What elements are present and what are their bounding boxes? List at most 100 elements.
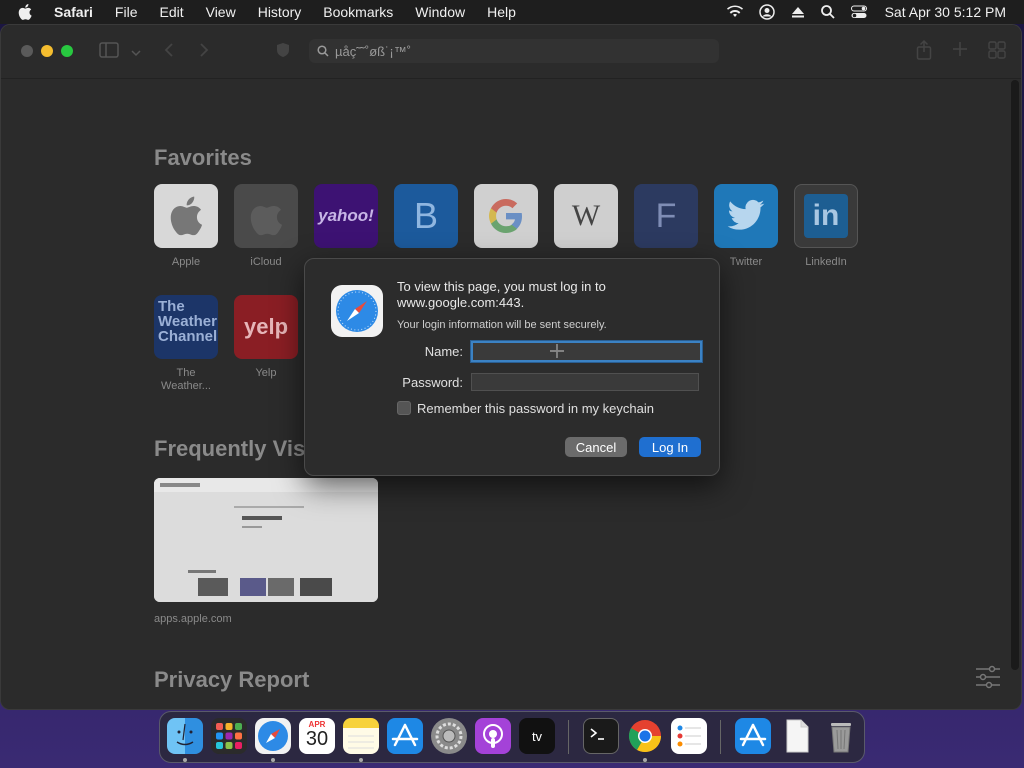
minimize-window-button[interactable] (41, 45, 53, 57)
finder-icon[interactable] (167, 718, 203, 754)
favorite-linkedin[interactable]: in LinkedIn (794, 184, 858, 269)
menu-edit[interactable]: Edit (159, 4, 183, 20)
menubar-clock[interactable]: Sat Apr 30 5:12 PM (885, 4, 1006, 20)
forward-icon[interactable] (199, 42, 209, 63)
system-preferences-icon[interactable] (431, 718, 467, 754)
dock-separator (720, 720, 721, 754)
calendar-icon[interactable]: APR 30 (299, 718, 335, 754)
favorite-label: Apple (171, 256, 201, 268)
favorite-yahoo[interactable]: yahoo! (314, 184, 378, 248)
name-label: Name: (424, 344, 463, 359)
running-indicator (183, 758, 187, 762)
frequently-visited-url: apps.apple.com (154, 613, 232, 625)
address-text: µåç˜˜˚øß˙¡™˚ (335, 43, 412, 59)
wikipedia-tile: W (554, 184, 618, 248)
dock-separator (568, 720, 569, 754)
twitter-bird-icon (714, 184, 778, 248)
tab-overview-icon[interactable] (988, 41, 1006, 64)
terminal-icon[interactable] (583, 718, 619, 754)
favorite-label: LinkedIn (805, 256, 847, 268)
podcasts-icon[interactable] (475, 718, 511, 754)
share-icon[interactable] (916, 39, 932, 65)
apple-tv-label: tv (531, 728, 543, 744)
chevron-down-icon[interactable] (131, 44, 141, 62)
menu-help[interactable]: Help (487, 4, 516, 20)
password-label: Password: (402, 375, 463, 390)
chrome-icon[interactable] (627, 718, 663, 754)
favorite-label: Twitter (729, 256, 763, 268)
favorite-icloud[interactable]: iCloud (234, 184, 298, 269)
running-indicator (271, 758, 275, 762)
eject-icon[interactable] (791, 5, 805, 19)
menu-view[interactable]: View (206, 4, 236, 20)
calendar-day: 30 (305, 728, 329, 750)
favorite-bing[interactable]: B (394, 184, 458, 248)
running-indicator (359, 758, 363, 762)
safari-compass-icon (331, 285, 383, 337)
back-icon[interactable] (164, 42, 174, 63)
safari-icon[interactable] (255, 718, 291, 754)
favorite-label: The Weather... (161, 367, 211, 392)
menu-bar: Safari File Edit View History Bookmarks … (0, 0, 1024, 24)
sidebar-toggle-icon[interactable] (99, 42, 119, 63)
name-input[interactable] (471, 341, 702, 362)
privacy-shield-icon[interactable] (276, 42, 290, 63)
menu-safari[interactable]: Safari (54, 4, 93, 20)
privacy-report-title: Privacy Report (154, 667, 310, 692)
login-message: To view this page, you must log in to ww… (397, 279, 606, 310)
remember-password-checkbox[interactable] (397, 401, 411, 415)
safari-toolbar: µåç˜˜˚øß˙¡™˚ (1, 25, 1021, 79)
linkedin-logo-icon: in (794, 184, 858, 248)
favorite-google[interactable] (474, 184, 538, 248)
favorite-twitter[interactable]: Twitter (714, 184, 778, 269)
address-bar[interactable]: µåç˜˜˚øß˙¡™˚ (309, 39, 719, 63)
apple-logo-icon (154, 184, 218, 248)
vertical-scrollbar[interactable] (1011, 80, 1019, 670)
wifi-icon[interactable] (726, 5, 743, 19)
launchpad-icon[interactable] (211, 718, 247, 754)
password-input[interactable] (471, 373, 699, 391)
favorite-label: iCloud (250, 256, 282, 268)
reminders-icon[interactable] (671, 718, 707, 754)
running-indicator (643, 758, 647, 762)
app-store-downloads-icon[interactable] (735, 718, 771, 754)
log-in-button[interactable]: Log In (639, 437, 701, 457)
apple-logo-icon (234, 184, 298, 248)
favorite-weather-channel[interactable]: The Weather Channel The Weather... (154, 295, 218, 393)
menu-window[interactable]: Window (415, 4, 465, 20)
user-icon[interactable] (758, 4, 775, 20)
linkedin-tile: in (804, 194, 848, 238)
favorites-title: Favorites (154, 145, 252, 170)
favorite-yelp[interactable]: yelp Yelp (234, 295, 298, 380)
login-sub-message: Your login information will be sent secu… (397, 319, 607, 331)
search-icon[interactable] (820, 5, 835, 19)
favorite-facebook[interactable]: F (634, 184, 698, 248)
text-cursor-icon (549, 343, 565, 359)
favorite-wikipedia[interactable]: W (554, 184, 618, 248)
maximize-window-button[interactable] (61, 45, 73, 57)
frequently-visited-thumbnail[interactable] (154, 478, 378, 602)
favorite-label: Yelp (255, 367, 277, 379)
apple-tv-icon[interactable]: tv (519, 718, 555, 754)
close-window-button[interactable] (21, 45, 33, 57)
dock: APR 30 tv (159, 711, 865, 763)
settings-sliders-icon[interactable] (975, 665, 1001, 694)
google-logo-icon (474, 184, 538, 248)
document-icon[interactable] (779, 718, 815, 754)
control-center-icon[interactable] (850, 5, 867, 19)
window-controls (21, 45, 81, 57)
app-store-icon[interactable] (387, 718, 423, 754)
yahoo-tile: yahoo! (314, 184, 378, 248)
new-tab-icon[interactable] (952, 41, 968, 62)
menu-file[interactable]: File (115, 4, 138, 20)
frequently-visited-title: Frequently Visi (154, 436, 312, 461)
trash-icon[interactable] (823, 718, 859, 754)
menu-history[interactable]: History (258, 4, 302, 20)
favorite-apple[interactable]: Apple (154, 184, 218, 269)
cancel-button[interactable]: Cancel (565, 437, 627, 457)
menu-bookmarks[interactable]: Bookmarks (323, 4, 393, 20)
yelp-tile: yelp (234, 295, 298, 359)
login-dialog: To view this page, you must log in to ww… (304, 258, 720, 476)
notes-icon[interactable] (343, 718, 379, 754)
apple-menu-icon[interactable] (18, 4, 36, 20)
